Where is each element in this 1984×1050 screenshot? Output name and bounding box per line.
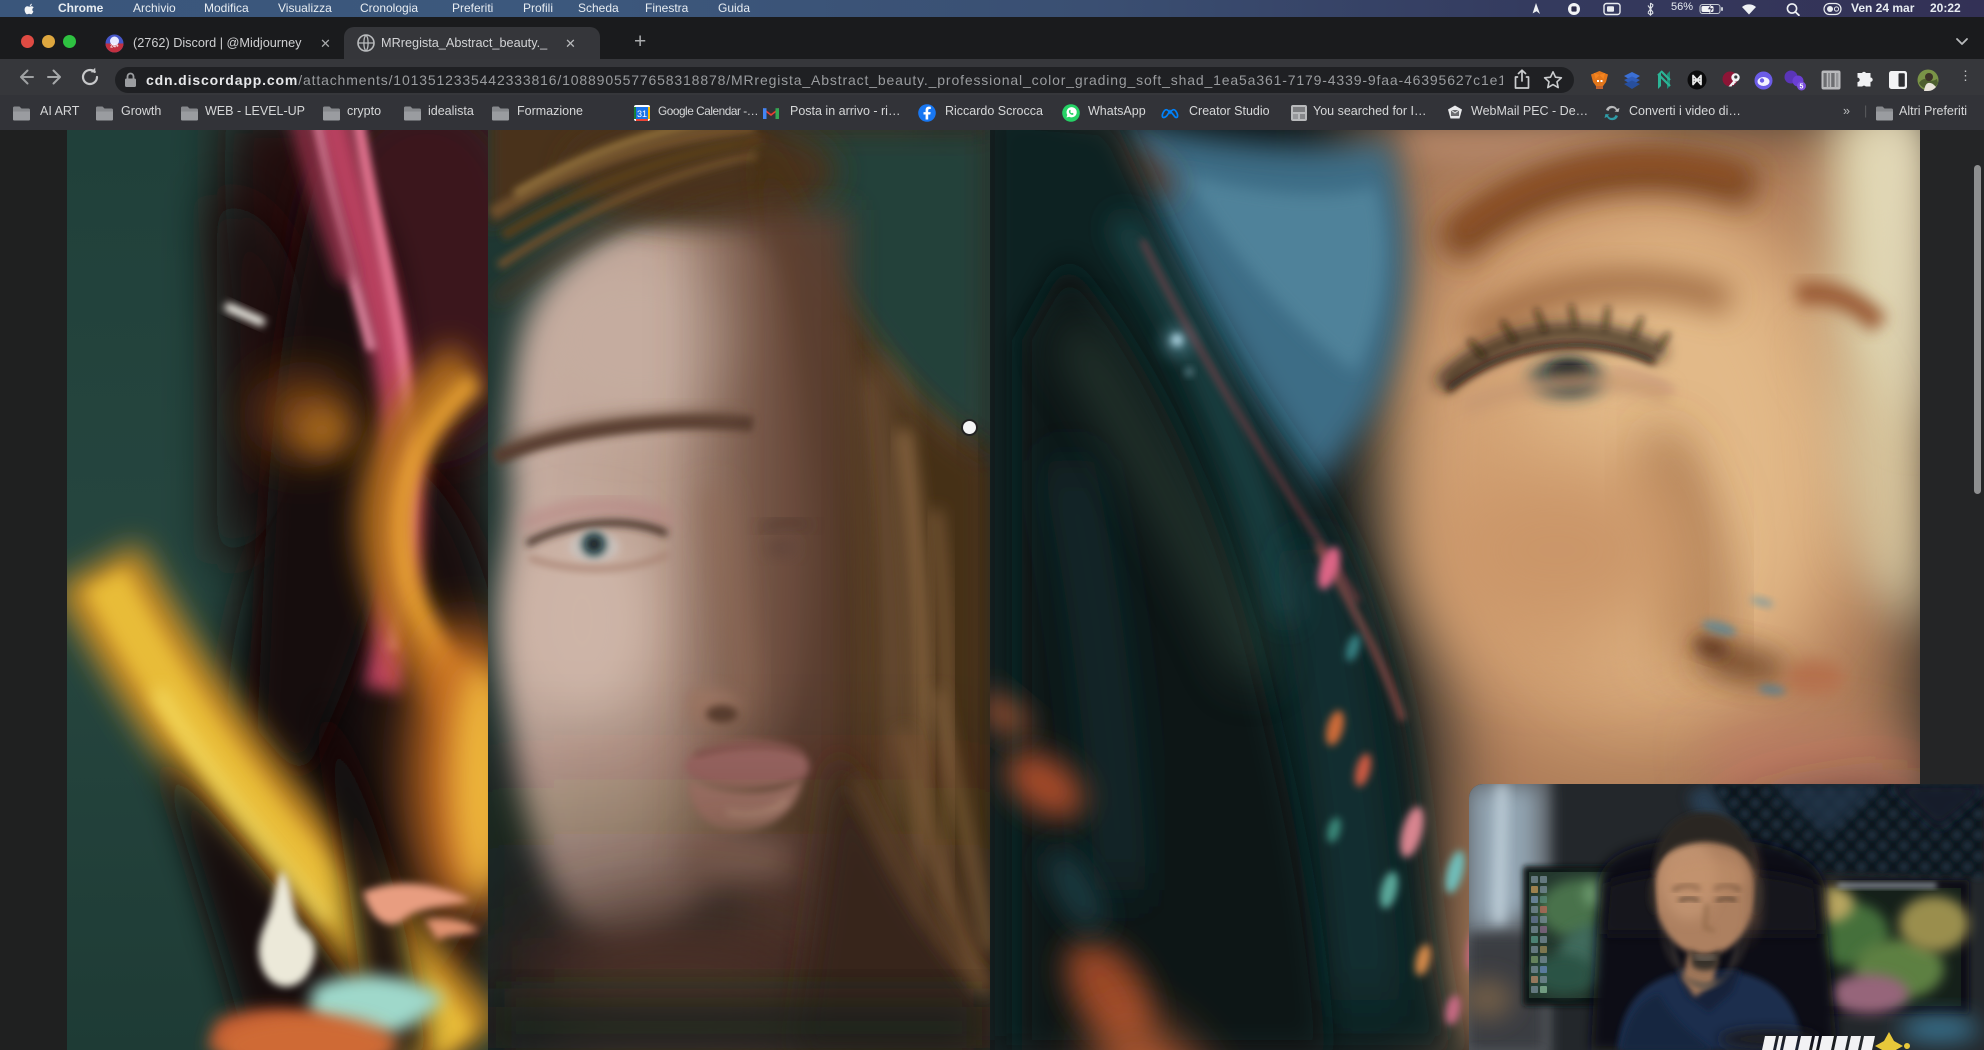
svg-text:31: 31	[637, 109, 647, 119]
svg-text:24+: 24+	[110, 43, 119, 49]
svg-text:5: 5	[1800, 84, 1804, 91]
